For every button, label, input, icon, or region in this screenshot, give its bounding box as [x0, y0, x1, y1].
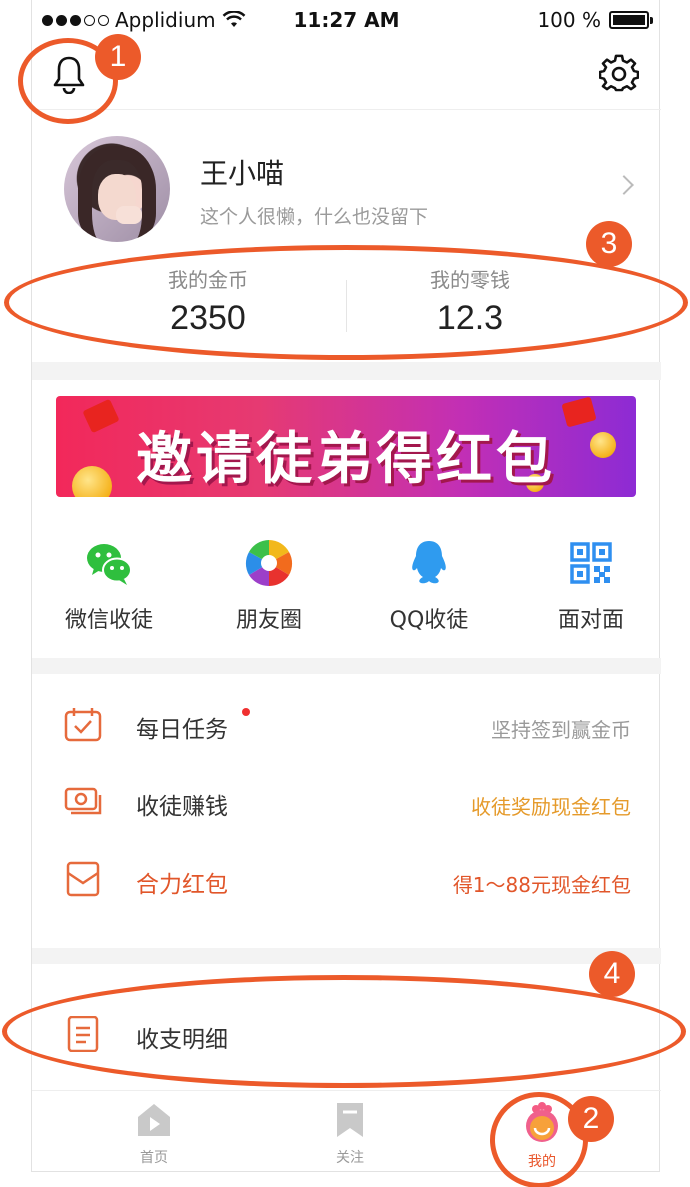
section-gap [32, 948, 661, 964]
tab-follow[interactable]: 关注 [290, 1101, 410, 1167]
share-face-to-face[interactable]: 面对面 [516, 538, 666, 634]
profile-name: 王小喵 [200, 157, 285, 190]
share-wechat[interactable]: 微信收徒 [34, 538, 184, 634]
annotation-badge-1: 1 [95, 34, 141, 80]
red-envelope-icon [66, 861, 100, 897]
moments-icon [244, 538, 294, 588]
profile-card[interactable]: 王小喵 这个人很懒，什么也没留下 [32, 110, 661, 250]
annotation-badge-2: 2 [568, 1096, 614, 1142]
home-icon [138, 1104, 170, 1136]
menu-row-red-envelope[interactable]: 合力红包 得1～88元现金红包 [32, 843, 661, 921]
share-label: QQ收徒 [389, 608, 469, 633]
share-qq[interactable]: QQ收徒 [354, 538, 504, 634]
menu-hint: 收徒奖励现金红包 [471, 795, 631, 819]
share-label: 面对面 [557, 608, 624, 633]
profile-bio: 这个人很懒，什么也没留下 [200, 206, 429, 228]
annotation-badge-4: 4 [589, 951, 635, 997]
invite-banner[interactable]: 邀请徒弟得红包 [56, 396, 636, 497]
tab-label: 首页 [140, 1150, 168, 1166]
battery-info: 100 % [537, 8, 653, 32]
share-row: 微信收徒 朋友圈 QQ收徒 面对面 [32, 530, 661, 640]
cash-icon [64, 787, 102, 815]
notification-dot [242, 708, 250, 716]
menu-row-daily-task[interactable]: 每日任务 坚持签到赢金币 [32, 688, 661, 766]
annotation-ring-3 [4, 245, 688, 360]
menu-row-earn[interactable]: 收徒赚钱 收徒奖励现金红包 [32, 765, 661, 843]
menu-hint: 得1～88元现金红包 [452, 873, 631, 897]
banner-title: 邀请徒弟得红包 [136, 427, 556, 492]
battery-percent: 100 % [537, 8, 601, 32]
tab-label: 关注 [336, 1150, 364, 1166]
avatar[interactable] [64, 136, 170, 242]
annotation-badge-3: 3 [586, 221, 632, 267]
status-bar: Applidium 11:27 AM 100 % [32, 0, 661, 40]
qq-icon [404, 538, 454, 588]
tab-home[interactable]: 首页 [94, 1101, 214, 1167]
calendar-icon [64, 708, 102, 742]
battery-icon [609, 11, 653, 29]
menu-label: 收徒赚钱 [136, 794, 228, 820]
menu-label: 每日任务 [136, 717, 228, 743]
wechat-icon [84, 538, 134, 588]
share-label: 朋友圈 [235, 608, 302, 633]
section-gap [32, 658, 661, 674]
share-moments[interactable]: 朋友圈 [194, 538, 344, 634]
qrcode-icon [566, 538, 616, 588]
annotation-ring-4 [2, 975, 686, 1088]
bookmark-icon [337, 1103, 363, 1137]
menu-label: 合力红包 [136, 872, 228, 898]
menu-hint: 坚持签到赢金币 [491, 718, 631, 742]
gear-icon[interactable] [599, 54, 639, 94]
share-label: 微信收徒 [64, 608, 153, 633]
chevron-right-icon [614, 175, 634, 195]
section-gap [32, 362, 661, 380]
